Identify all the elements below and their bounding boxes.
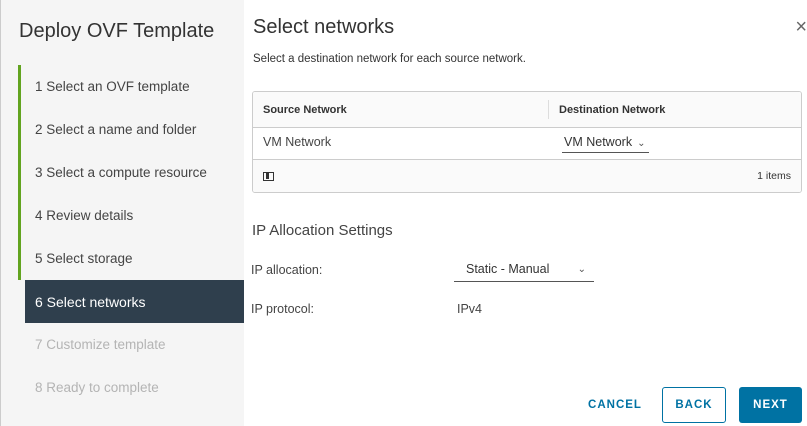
step-select-ovf-template[interactable]: 1 Select an OVF template (18, 65, 245, 108)
ip-protocol-value: IPv4 (457, 302, 483, 316)
column-toggle-icon[interactable] (263, 171, 274, 181)
grid-header: Source Network Destination Network (253, 92, 801, 128)
wizard-steps: 1 Select an OVF template 2 Select a name… (18, 65, 245, 409)
source-network-cell: VM Network (263, 135, 332, 149)
step-label: 4 Review details (35, 208, 134, 223)
column-header-destination-network[interactable]: Destination Network (548, 100, 801, 119)
destination-network-value: VM Network (564, 135, 633, 149)
network-mapping-grid: Source Network Destination Network VM Ne… (252, 91, 802, 193)
step-select-networks[interactable]: 6 Select networks (25, 280, 245, 323)
step-review-details[interactable]: 4 Review details (18, 194, 245, 237)
page-title: Select networks (253, 16, 395, 38)
step-customize-template: 7 Customize template (18, 323, 245, 366)
ip-allocation-value: Static - Manual (466, 262, 550, 276)
next-button[interactable]: NEXT (739, 387, 802, 423)
grid-item-count: 1 items (757, 170, 791, 182)
step-select-storage[interactable]: 5 Select storage (18, 237, 245, 280)
close-icon[interactable]: × (795, 17, 807, 37)
wizard-sidebar: Deploy OVF Template 1 Select an OVF temp… (0, 0, 245, 426)
step-label: 2 Select a name and folder (35, 122, 197, 137)
chevron-down-icon: ⌄ (637, 138, 646, 149)
step-select-compute-resource[interactable]: 3 Select a compute resource (18, 151, 245, 194)
step-ready-to-complete: 8 Ready to complete (18, 366, 245, 409)
step-label: 7 Customize template (35, 337, 166, 352)
back-button[interactable]: BACK (662, 387, 726, 423)
destination-network-cell: VM Network ⌄ (548, 128, 801, 159)
ip-allocation-settings-title: IP Allocation Settings (252, 222, 393, 239)
wizard-title: Deploy OVF Template (19, 20, 215, 42)
step-label: 1 Select an OVF template (35, 79, 190, 94)
grid-footer: 1 items (253, 160, 801, 192)
table-row: VM Network VM Network ⌄ (253, 128, 801, 160)
ip-allocation-select[interactable]: Static - Manual ⌄ (454, 262, 594, 282)
step-label: 5 Select storage (35, 251, 133, 266)
chevron-down-icon: ⌄ (577, 264, 586, 275)
destination-network-select[interactable]: VM Network ⌄ (562, 135, 650, 153)
step-label: 8 Ready to complete (35, 380, 159, 395)
page-subtitle: Select a destination network for each so… (253, 53, 526, 65)
ip-protocol-label: IP protocol: (251, 302, 315, 316)
step-select-name-folder[interactable]: 2 Select a name and folder (18, 108, 245, 151)
column-header-source-network[interactable]: Source Network (253, 92, 548, 127)
step-label: 3 Select a compute resource (35, 165, 207, 180)
main-panel: Select networks × Select a destination n… (244, 0, 807, 426)
step-label: 6 Select networks (35, 293, 146, 310)
ip-allocation-label: IP allocation: (251, 263, 323, 277)
cancel-button[interactable]: CANCEL (584, 387, 646, 423)
